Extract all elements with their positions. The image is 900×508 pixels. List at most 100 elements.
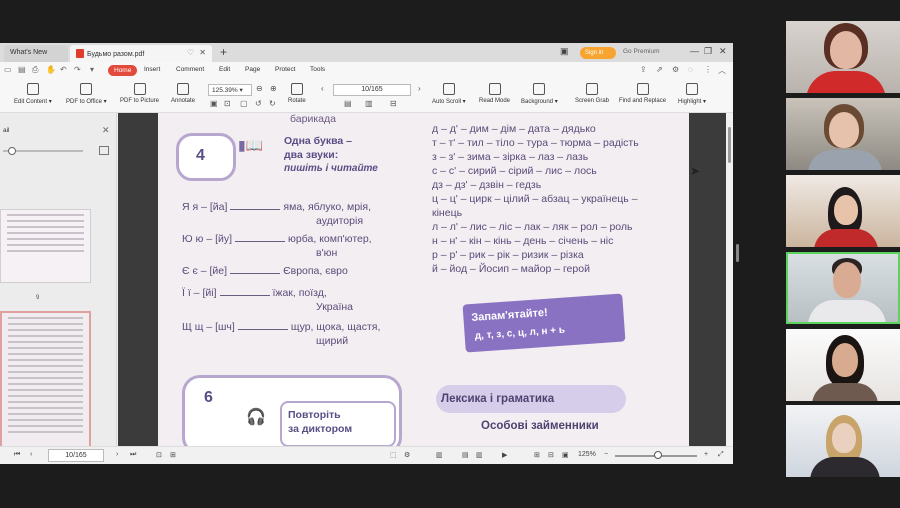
menu-page[interactable]: Page xyxy=(245,66,260,73)
first-page-icon[interactable]: ⏮ xyxy=(14,451,20,459)
menu-edit[interactable]: Edit xyxy=(219,66,230,73)
close-window-icon[interactable]: ✕ xyxy=(719,46,727,57)
zoom-in-icon[interactable]: + xyxy=(704,451,708,458)
continuous-icon[interactable]: ⊟ xyxy=(390,99,397,108)
fullscreen-icon[interactable]: ⤢ xyxy=(718,451,724,459)
open-icon[interactable]: ▭ xyxy=(4,65,12,74)
document-viewport[interactable]: барикада 4 ▮📖 Одна буква – два звуки: пи… xyxy=(118,113,726,446)
participant-video[interactable] xyxy=(786,329,900,401)
select-tool-icon[interactable]: ⬚ xyxy=(390,451,397,459)
zoom-out-icon[interactable]: − xyxy=(604,451,608,458)
zoom-slider-knob[interactable] xyxy=(654,451,662,459)
pair-line: кінець xyxy=(432,207,463,219)
participant-video-active-speaker[interactable] xyxy=(786,252,900,324)
rotate-button[interactable]: Rotate xyxy=(288,83,306,104)
screen-grab-button[interactable]: Screen Grab xyxy=(575,83,609,104)
page-thumbnail-9[interactable] xyxy=(0,209,91,283)
actual-size-icon[interactable]: ▢ xyxy=(240,99,248,108)
participant-face xyxy=(832,343,858,377)
annotate-button[interactable]: Annotate xyxy=(171,83,195,104)
status-zoom-value[interactable]: 125% xyxy=(578,451,596,458)
last-page-icon[interactable]: ⏭ xyxy=(130,451,136,459)
fit-page-icon[interactable]: ⊡ xyxy=(156,451,162,459)
scrollbar-thumb[interactable] xyxy=(728,127,731,163)
maximize-icon[interactable]: ❐ xyxy=(704,46,712,57)
participant-video[interactable] xyxy=(786,405,900,477)
double-page-icon[interactable]: ▥ xyxy=(476,451,483,459)
edit-content-button[interactable]: Edit Content ▾ xyxy=(14,83,52,105)
hand-icon[interactable]: ✋ xyxy=(46,65,56,74)
thumb-line xyxy=(7,250,84,252)
participant-video[interactable] xyxy=(786,98,900,170)
sign-in-button[interactable]: Sign in xyxy=(580,47,616,59)
rotate-right-icon[interactable]: ↻ xyxy=(269,99,276,108)
menu-insert[interactable]: Insert xyxy=(144,66,160,73)
pdf-page[interactable]: барикада 4 ▮📖 Одна буква – два звуки: пи… xyxy=(158,113,689,446)
add-page-icon[interactable]: ⊞ xyxy=(170,451,176,459)
annotate-label: Annotate xyxy=(171,98,196,104)
pdf-to-picture-label: PDF to Picture xyxy=(120,98,160,104)
fit-width-icon[interactable]: ⊡ xyxy=(224,99,231,108)
highlight-button[interactable]: Highlight ▾ xyxy=(678,83,706,105)
single-page-icon[interactable]: ▤ xyxy=(344,99,352,108)
exercise-number: 6 xyxy=(204,389,213,406)
prev-page-icon[interactable]: ‹ xyxy=(30,451,32,458)
participant-video[interactable] xyxy=(786,175,900,247)
pdf-to-office-button[interactable]: PDF to Office ▾ xyxy=(66,83,107,105)
page-number-input[interactable]: 10/165 xyxy=(333,84,411,96)
auto-scroll-button[interactable]: Auto Scroll ▾ xyxy=(432,83,466,105)
grid-view-icon[interactable]: ⊞ xyxy=(534,451,540,459)
notification-icon[interactable]: ▣ xyxy=(560,46,569,57)
double-page-icon[interactable]: ▥ xyxy=(365,99,373,108)
actual-size-icon[interactable]: ▣ xyxy=(562,451,569,459)
menu-comment[interactable]: Comment xyxy=(176,66,204,73)
go-premium-button[interactable]: Go Premium xyxy=(623,48,659,55)
page-thumbnail-10[interactable] xyxy=(0,311,91,454)
single-page-view-icon[interactable]: ▥ xyxy=(436,451,443,459)
prev-page-icon[interactable]: ‹ xyxy=(321,84,324,93)
fit-page-icon[interactable]: ▣ xyxy=(210,99,218,108)
zoom-out-icon[interactable]: ⊖ xyxy=(256,84,263,93)
rotate-left-icon[interactable]: ↺ xyxy=(255,99,262,108)
next-page-icon[interactable]: › xyxy=(418,84,421,93)
participant-video[interactable] xyxy=(786,21,900,93)
tab-whats-new[interactable]: What's New xyxy=(4,45,68,62)
image-icon[interactable] xyxy=(99,146,109,155)
read-mode-button[interactable]: Read Mode xyxy=(479,83,510,104)
new-tab-button[interactable]: + xyxy=(220,45,227,59)
view-settings-icon[interactable]: ⚙ xyxy=(404,451,410,459)
play-icon[interactable]: ▶ xyxy=(502,451,507,459)
find-replace-button[interactable]: Find and Replace xyxy=(619,83,666,104)
chat-icon[interactable]: ◌ xyxy=(688,65,693,74)
slider-knob[interactable] xyxy=(8,147,16,155)
fit-width-icon[interactable]: ⊟ xyxy=(548,451,554,459)
panel-resize-handle[interactable] xyxy=(736,244,739,262)
dropdown-icon[interactable]: ▾ xyxy=(90,65,94,74)
menu-protect[interactable]: Protect xyxy=(275,66,296,73)
zoom-select[interactable]: 125.39% ▾ xyxy=(208,84,252,96)
heart-icon[interactable]: ♡ xyxy=(187,48,194,57)
tab-document[interactable]: Будьмо разом.pdf ♡ ✕ xyxy=(70,45,212,62)
more-icon[interactable]: ⋮ xyxy=(704,65,712,74)
close-tab-icon[interactable]: ✕ xyxy=(199,48,206,57)
redo-icon[interactable]: ↷ xyxy=(74,65,81,74)
settings-icon[interactable]: ⚙ xyxy=(672,65,679,74)
next-page-icon[interactable]: › xyxy=(116,451,118,458)
close-sidebar-icon[interactable]: ✕ xyxy=(102,125,110,136)
menu-tools[interactable]: Tools xyxy=(310,66,325,73)
share-icon[interactable]: ⇪ xyxy=(640,65,647,74)
collapse-icon[interactable]: ︿ xyxy=(718,65,726,76)
vertical-scrollbar[interactable] xyxy=(726,113,733,446)
single-page-icon[interactable]: ▤ xyxy=(462,451,469,459)
pair-line: л – л' – лис – ліс – лак – ляк – рол – р… xyxy=(432,221,633,233)
zoom-in-icon[interactable]: ⊕ xyxy=(270,84,277,93)
status-page-input[interactable]: 10/165 xyxy=(48,449,104,462)
undo-icon[interactable]: ↶ xyxy=(60,65,67,74)
print-icon[interactable]: ⎙ xyxy=(32,65,38,75)
background-button[interactable]: Background ▾ xyxy=(521,83,558,105)
minimize-icon[interactable]: — xyxy=(690,46,699,56)
pdf-to-picture-button[interactable]: PDF to Picture xyxy=(120,83,159,104)
export-icon[interactable]: ⇗ xyxy=(656,65,663,74)
menu-home[interactable]: Home xyxy=(108,65,138,76)
save-icon[interactable]: ▤ xyxy=(18,65,26,74)
